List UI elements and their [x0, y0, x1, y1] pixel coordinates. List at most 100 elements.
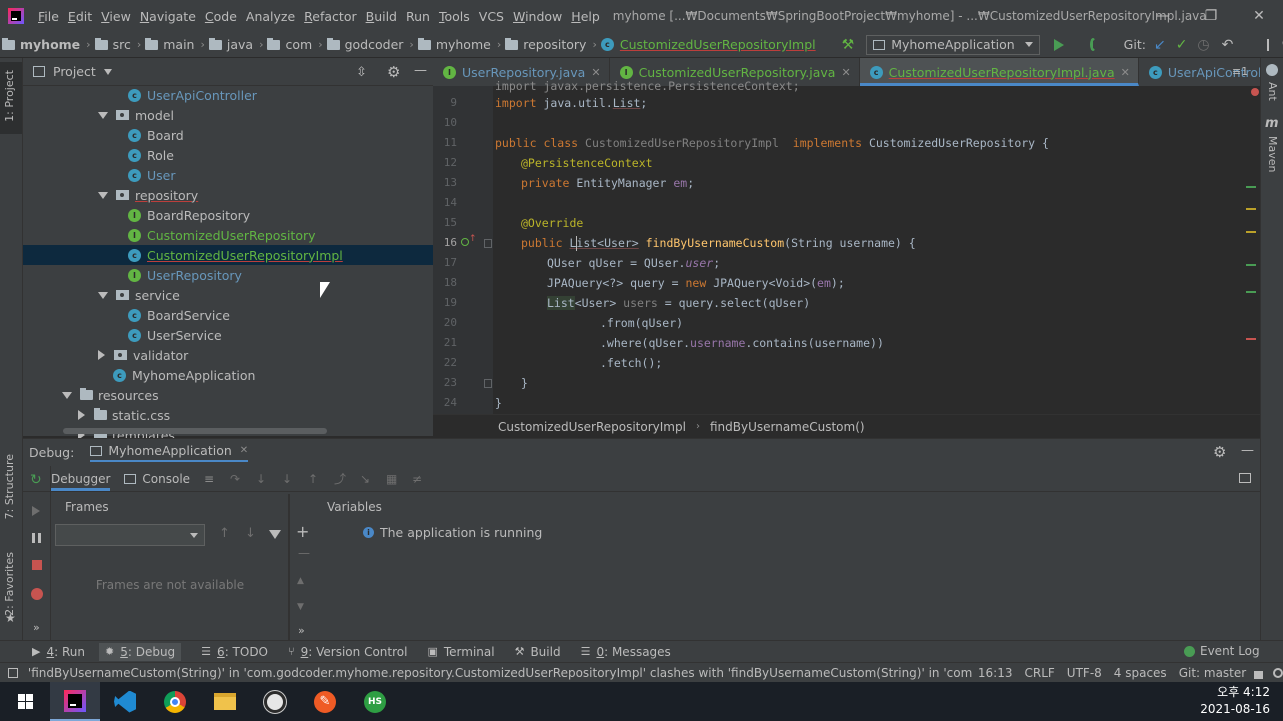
hide-panel-icon[interactable]: — [1241, 443, 1254, 458]
fold-marker-icon[interactable] [484, 379, 492, 388]
step-into-icon[interactable]: ↓ [256, 473, 268, 485]
presentation-icon[interactable] [1267, 38, 1270, 51]
taskbar-intellij[interactable] [50, 682, 100, 721]
event-log-button[interactable]: Event Log [1184, 644, 1260, 658]
windows-start-button[interactable] [0, 682, 50, 721]
menu-item-window[interactable]: Window [513, 9, 562, 24]
code-editor[interactable]: import javax.persistence.PersistenceCont… [493, 79, 1250, 414]
step-out-icon[interactable]: ↑ [308, 473, 320, 485]
collapse-arrow-icon[interactable] [98, 291, 108, 299]
tree-item[interactable]: c Board [128, 125, 184, 145]
collapse-arrow-icon[interactable] [98, 191, 108, 199]
history-icon[interactable]: ◷ [1197, 37, 1209, 53]
status-toggle-icon[interactable] [8, 667, 18, 678]
tree-item[interactable]: static.css [78, 405, 170, 425]
close-tab-icon[interactable]: ✕ [1121, 66, 1130, 79]
tree-item[interactable]: resources [62, 385, 159, 405]
git-commit-icon[interactable]: ✓ [1176, 37, 1188, 53]
tree-item[interactable]: c UserService [128, 325, 222, 345]
file-encoding[interactable]: UTF-8 [1067, 666, 1102, 680]
gear-icon[interactable]: ⚙ [387, 63, 400, 81]
close-window-button[interactable]: ✕ [1249, 6, 1269, 26]
menu-item-tools[interactable]: Tools [439, 9, 470, 24]
more-icon[interactable]: » [33, 621, 40, 634]
restore-layout-icon[interactable] [1239, 473, 1251, 483]
build-hammer-icon[interactable]: ⚒ [842, 37, 855, 53]
resume-icon[interactable] [32, 506, 40, 516]
gear-icon[interactable]: ⚙ [1213, 443, 1226, 461]
tree-item-selected[interactable]: c CustomizedUserRepositoryImpl [23, 245, 433, 265]
filter-icon[interactable] [269, 530, 281, 539]
structure-tool-tab[interactable]: 7: Structure [3, 454, 16, 519]
step-over-icon[interactable]: ↷ [230, 473, 242, 485]
chevron-down-icon[interactable] [103, 68, 112, 75]
error-stripe[interactable] [1246, 86, 1260, 414]
project-title[interactable]: Project [53, 64, 96, 79]
stop-icon[interactable] [32, 560, 42, 570]
collapse-all-icon[interactable]: ⇳ [356, 65, 367, 80]
breadcrumb-src[interactable]: src › [94, 37, 141, 52]
debug-session-tab[interactable]: MyhomeApplication ✕ [90, 443, 249, 462]
breadcrumb-current-file[interactable]: c CustomizedUserRepositoryImpl [600, 37, 816, 52]
breadcrumb-myhome[interactable]: myhome › [2, 37, 91, 52]
breadcrumb-method[interactable]: findByUsernameCustom() [710, 420, 865, 434]
menu-item-view[interactable]: View [101, 9, 131, 24]
tool-window-debug[interactable]: ✹ 5: Debug [98, 642, 182, 661]
favorites-tool-tab[interactable]: 2: Favorites [3, 552, 16, 616]
hide-panel-icon[interactable]: — [414, 63, 427, 78]
tree-item[interactable]: c Role [128, 145, 174, 165]
taskbar-clock[interactable]: 오후 4:12 2021-08-16 [1200, 684, 1270, 718]
run-config-select[interactable]: MyhomeApplication [866, 34, 1040, 55]
tree-item[interactable]: c MyhomeApplication [113, 365, 255, 385]
implements-marker-icon[interactable] [461, 238, 469, 246]
tree-item[interactable]: c User [128, 165, 176, 185]
menu-item-run[interactable]: Run [406, 9, 430, 24]
fold-marker-icon[interactable] [484, 239, 492, 248]
menu-lines-icon[interactable]: ≡ [204, 473, 216, 485]
move-down-icon[interactable]: ▼ [297, 602, 304, 612]
move-up-icon[interactable]: ▲ [297, 576, 304, 586]
rerun-icon[interactable]: ↻ [30, 472, 42, 488]
horizontal-scrollbar[interactable] [63, 428, 327, 434]
breadcrumb-godcoder[interactable]: godcoder › [326, 37, 414, 52]
taskbar-chrome[interactable] [150, 682, 200, 721]
down-arrow-icon[interactable]: ↓ [245, 526, 256, 541]
taskbar-file-explorer[interactable] [200, 682, 250, 721]
pause-icon[interactable] [32, 533, 41, 543]
tab-overflow-button[interactable]: ≡1 [1232, 65, 1248, 78]
ant-tool-tab[interactable]: Ant [1266, 82, 1279, 101]
lock-icon[interactable] [1254, 670, 1264, 679]
menu-item-refactor[interactable]: Refactor [304, 9, 356, 24]
close-icon[interactable]: ✕ [240, 445, 248, 456]
tool-window-build[interactable]: ⚒ Build [515, 645, 561, 659]
caret-position[interactable]: 16:13 [978, 666, 1013, 680]
tree-item[interactable]: I UserRepository [128, 265, 242, 285]
tree-item[interactable]: model [98, 105, 174, 125]
tree-item[interactable]: service [98, 285, 180, 305]
maven-tool-tab[interactable]: Maven [1266, 136, 1279, 172]
close-tab-icon[interactable]: ✕ [841, 66, 850, 79]
git-branch[interactable]: Git: master [1179, 666, 1247, 680]
breadcrumb-com[interactable]: com › [267, 37, 323, 52]
menu-item-edit[interactable]: Edit [68, 9, 92, 24]
taskbar-postman[interactable]: ✎ [300, 682, 350, 721]
breadcrumb-repository[interactable]: repository › [505, 37, 597, 52]
tree-item[interactable]: repository [98, 185, 198, 205]
trace-icon[interactable]: ≠ [412, 473, 424, 485]
rollback-icon[interactable]: ↶ [1222, 37, 1234, 53]
taskbar-obs[interactable] [250, 682, 300, 721]
menu-item-build[interactable]: Build [366, 9, 397, 24]
collapse-arrow-icon[interactable] [98, 111, 108, 119]
expand-arrow-icon[interactable] [98, 350, 105, 360]
tab-console[interactable]: Console [124, 472, 190, 486]
menu-item-navigate[interactable]: Navigate [140, 9, 196, 24]
minimize-button[interactable]: — [1153, 6, 1173, 26]
run-icon[interactable] [1053, 38, 1064, 51]
line-separator[interactable]: CRLF [1024, 666, 1054, 680]
tool-window-terminal[interactable]: ▣ Terminal [427, 645, 494, 659]
menu-item-file[interactable]: File [38, 9, 59, 24]
up-arrow-icon[interactable]: ↑ [219, 526, 230, 541]
tree-item[interactable]: I BoardRepository [128, 205, 250, 225]
remove-icon[interactable]: — [298, 546, 310, 560]
menu-item-analyze[interactable]: Analyze [246, 9, 295, 24]
